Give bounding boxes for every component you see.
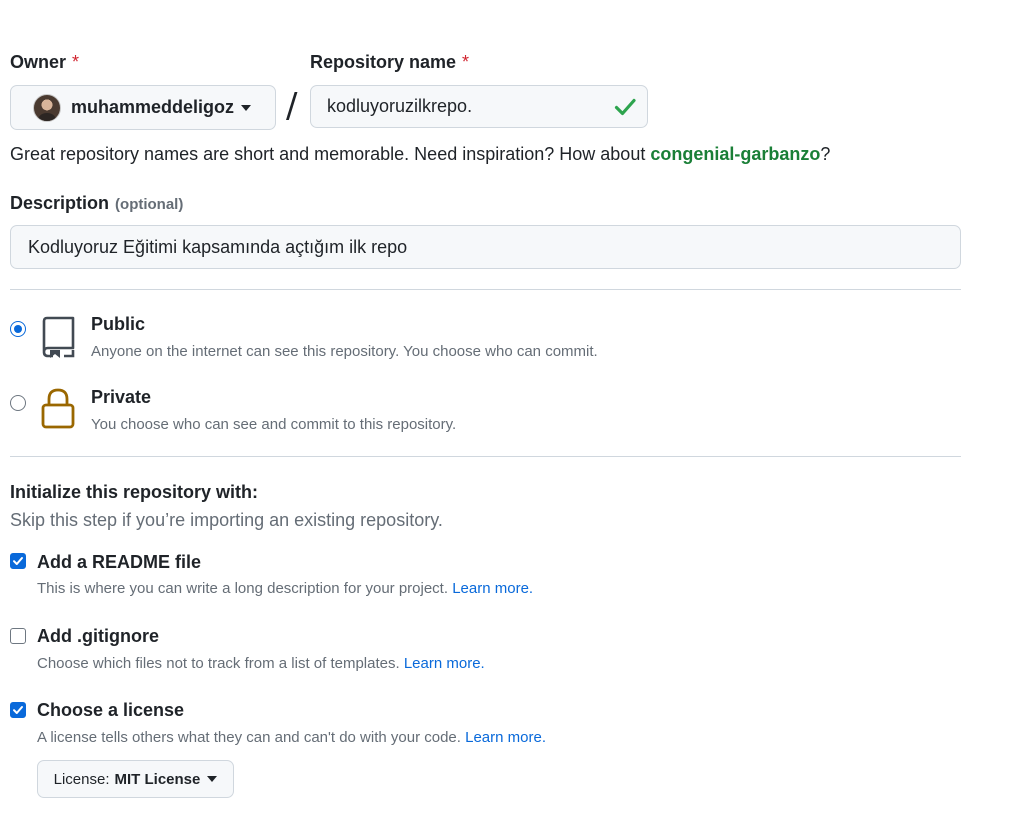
chevron-down-icon [241,104,252,111]
owner-label: Owner * [10,52,79,73]
license-select-value: MIT License [114,770,201,788]
repository-name-label-text: Repository name [310,52,457,72]
required-mark: * [72,52,80,72]
description-value: Kodluyoruz Eğitimi kapsamında açtığım il… [28,236,408,257]
repository-name-input[interactable]: kodluyoruzilkrepo. [310,85,648,128]
repository-name-hint: Great repository names are short and mem… [10,144,830,165]
gitignore-label[interactable]: Add .gitignore [37,626,159,647]
license-select-button[interactable]: License: MIT License [37,760,234,798]
license-label[interactable]: Choose a license [37,700,184,721]
license-description-text: A license tells others what they can and… [37,729,461,746]
license-description: A license tells others what they can and… [37,729,546,746]
public-title: Public [91,314,146,334]
description-input[interactable]: Kodluyoruz Eğitimi kapsamında açtığım il… [10,225,961,269]
readme-learn-more-link[interactable]: Learn more. [452,580,533,597]
owner-username: muhammeddeligoz [71,97,235,117]
name-suggestion-link[interactable]: congenial-garbanzo [650,144,820,164]
lock-icon [40,387,76,436]
divider [10,289,961,290]
check-icon [613,95,637,124]
chevron-down-icon [207,776,218,782]
initialize-subtitle: Skip this step if you’re importing an ex… [10,510,443,530]
public-radio[interactable] [10,321,26,337]
repo-icon [40,315,76,364]
private-description: You choose who can see and commit to thi… [91,416,457,433]
public-description: Anyone on the internet can see this repo… [91,343,598,360]
checkmark-icon [13,557,23,565]
gitignore-description: Choose which files not to track from a l… [37,655,485,672]
owner-repo-separator: / [286,86,298,126]
readme-label[interactable]: Add a README file [37,552,201,573]
readme-description-text: This is where you can write a long descr… [37,580,449,597]
description-label: Description (optional) [10,193,183,214]
gitignore-learn-more-link[interactable]: Learn more. [404,655,485,672]
hint-suffix: ? [820,144,831,164]
checkmark-icon [13,706,23,714]
repository-name-value: kodluyoruzilkrepo. [327,96,473,116]
license-select-prefix: License: [53,770,110,788]
license-checkbox[interactable] [10,702,26,718]
license-learn-more-link[interactable]: Learn more. [465,729,546,746]
gitignore-description-text: Choose which files not to track from a l… [37,655,400,672]
description-label-text: Description [10,193,110,213]
private-radio[interactable] [10,395,26,411]
repository-name-label: Repository name * [310,52,469,73]
owner-label-text: Owner [10,52,67,72]
readme-description: This is where you can write a long descr… [37,580,533,597]
hint-text: Great repository names are short and mem… [10,144,651,164]
optional-label: (optional) [115,196,184,213]
owner-select-button[interactable]: muhammeddeligoz [10,85,276,130]
gitignore-checkbox[interactable] [10,628,26,644]
divider [10,456,961,457]
initialize-title: Initialize this repository with: [10,482,259,502]
required-mark: * [462,52,470,72]
avatar [33,93,61,122]
readme-checkbox[interactable] [10,553,26,569]
private-title: Private [91,387,152,407]
